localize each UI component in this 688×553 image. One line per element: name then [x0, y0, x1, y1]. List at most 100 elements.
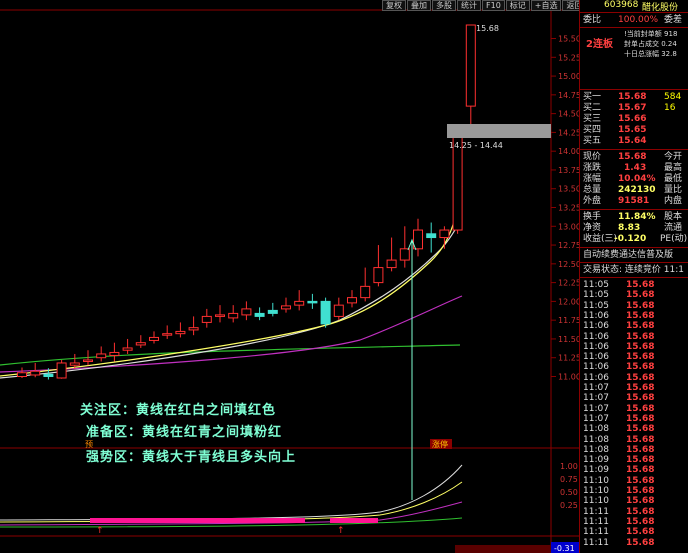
tick-time: 11:06 — [583, 352, 609, 363]
fin-right-label: 流通 — [664, 223, 683, 233]
quote-row-change: 涨跌 1.43 最高 — [580, 163, 688, 173]
tick-time: 11:05 — [583, 300, 609, 311]
fin-row-netasset: 净资 8.83 流通 — [580, 223, 688, 233]
volume-low-label: -0.31 — [554, 544, 575, 553]
quote-label: 总量 — [583, 185, 602, 195]
tick-time: 11:05 — [583, 280, 609, 290]
tick-time: 11:06 — [583, 372, 609, 383]
price-tick-label: 13.25 — [558, 204, 579, 213]
price-tick-label: 14.25 — [558, 128, 579, 137]
tick-price: 15.68 — [626, 372, 655, 383]
price-tick-label: 12.25 — [558, 279, 579, 288]
quote-label: 现价 — [583, 152, 602, 162]
bid-row-3[interactable]: 买三 15.66 — [580, 114, 688, 124]
tick-time: 11:07 — [583, 383, 609, 393]
tick-row: 11:08 15.68 — [580, 435, 688, 445]
tick-time: 11:08 — [583, 424, 609, 435]
fin-right-label: PE(动) — [660, 234, 688, 244]
bid-label: 买一 — [583, 92, 602, 102]
tick-row: 11:11 15.68 — [580, 517, 688, 527]
tick-time: 11:06 — [583, 341, 609, 352]
up-arrow-2: ↑ — [337, 526, 345, 536]
add-watchlist-button[interactable]: +自选 — [530, 0, 562, 11]
quote-right-label: 内盘 — [664, 196, 683, 206]
tick-price: 15.68 — [626, 486, 655, 496]
stock-name: 醋化股份 — [642, 3, 679, 13]
quote-value: 10.04% — [618, 174, 656, 184]
tick-price: 15.68 — [626, 310, 655, 321]
tick-row: 11:06 15.68 — [580, 373, 688, 383]
tick-price: 15.68 — [626, 424, 655, 435]
news-ticker[interactable]: 自动续费通达信普及版 — [583, 250, 688, 260]
mark-button[interactable]: 标记 — [505, 0, 530, 11]
price-tick-label: 13.00 — [558, 222, 579, 231]
tick-price: 15.68 — [626, 444, 655, 455]
tick-price: 15.68 — [626, 403, 655, 414]
multi-stock-button[interactable]: 多股 — [432, 0, 456, 11]
quote-row-outer: 外盘 91581 内盘 — [580, 196, 688, 206]
bid-label: 买四 — [583, 125, 602, 135]
bid-label: 买三 — [583, 114, 602, 124]
quote-value: 1.43 — [624, 163, 647, 173]
tick-price: 15.68 — [626, 516, 655, 527]
quote-value: 15.68 — [618, 152, 647, 162]
tick-row: 11:09 15.68 — [580, 465, 688, 475]
tick-price: 15.68 — [626, 496, 655, 507]
f10-button[interactable]: F10 — [482, 0, 505, 11]
tick-row: 11:10 15.68 — [580, 496, 688, 506]
zhangting-marker: 涨停 — [432, 439, 448, 449]
bid-row-5[interactable]: 买五 15.64 — [580, 136, 688, 146]
tick-time: 11:06 — [583, 362, 609, 373]
tick-price: 15.68 — [626, 280, 655, 290]
fin-row-turnover: 换手 11.84% 股本 — [580, 212, 688, 222]
price-tick-label: 15.25 — [558, 53, 579, 62]
quote-right-label: 最低 — [664, 174, 683, 184]
fin-label: 换手 — [583, 212, 602, 222]
bid-row-2[interactable]: 买二 15.67 16 — [580, 103, 688, 113]
tick-price: 15.68 — [626, 537, 655, 548]
tick-time: 11:06 — [583, 310, 609, 321]
tick-row: 11:08 15.68 — [580, 445, 688, 455]
tick-time: 11:07 — [583, 403, 609, 414]
quote-right-label: 今开 — [664, 152, 683, 162]
price-highlight-bar — [447, 124, 551, 138]
volume-fill-bar-1 — [90, 518, 305, 523]
fin-label: 净资 — [583, 223, 602, 233]
tick-time: 11:11 — [583, 527, 609, 538]
bid-row-4[interactable]: 买四 15.65 — [580, 125, 688, 135]
tick-row: 11:06 15.68 — [580, 321, 688, 331]
tick-row: 11:06 15.68 — [580, 332, 688, 342]
tick-price: 15.68 — [626, 393, 655, 404]
price-tick-label: 13.75 — [558, 166, 579, 175]
bid-label: 买二 — [583, 103, 602, 113]
price-tick-label: 11.75 — [558, 316, 579, 325]
tick-time: 11:08 — [583, 434, 609, 445]
tick-row: 11:11 15.68 — [580, 538, 688, 548]
price-tick-label: 11.50 — [558, 335, 579, 344]
tick-price: 15.68 — [626, 321, 655, 332]
kline-chart[interactable]: 15.50 15.25 15.00 14.75 14.50 14.25 14.00 13.75… — [0, 0, 579, 553]
price-tick-label: 12.00 — [558, 297, 579, 306]
overlay-button[interactable]: 叠加 — [407, 0, 431, 11]
bid-row-1[interactable]: 买一 15.68 584 — [580, 92, 688, 102]
bottom-red-bar — [455, 545, 551, 553]
bid-price: 15.67 — [618, 103, 647, 113]
limitup-info-1: !当前封单额 918 — [624, 30, 678, 38]
volume-tick-label: 0.25 — [560, 501, 578, 510]
annotation-focus-zone: 关注区：黄线在红白之间填红色 — [80, 403, 277, 418]
price-tick-label: 14.75 — [558, 91, 579, 100]
fuquan-button[interactable]: 复权 — [382, 0, 406, 11]
toolbar: 复权 叠加 多股 统计 F10 标记 +自选 返回 — [382, 0, 587, 11]
candle[interactable] — [56, 359, 67, 379]
price-tick-label: 12.75 — [558, 241, 579, 250]
fin-label: 收益(三) — [583, 234, 618, 244]
annotation-strong-zone: 强势区：黄线大于青线且多头向上 — [86, 450, 297, 465]
quote-right-label: 量比 — [664, 185, 683, 195]
bid-price: 15.66 — [618, 114, 647, 124]
bid-price: 15.65 — [618, 125, 647, 135]
stats-button[interactable]: 统计 — [457, 0, 481, 11]
price-tick-label: 11.25 — [558, 354, 579, 363]
fin-value: -0.120 — [614, 234, 647, 244]
bid-vol: 584 — [664, 92, 682, 102]
candle[interactable] — [320, 297, 331, 328]
